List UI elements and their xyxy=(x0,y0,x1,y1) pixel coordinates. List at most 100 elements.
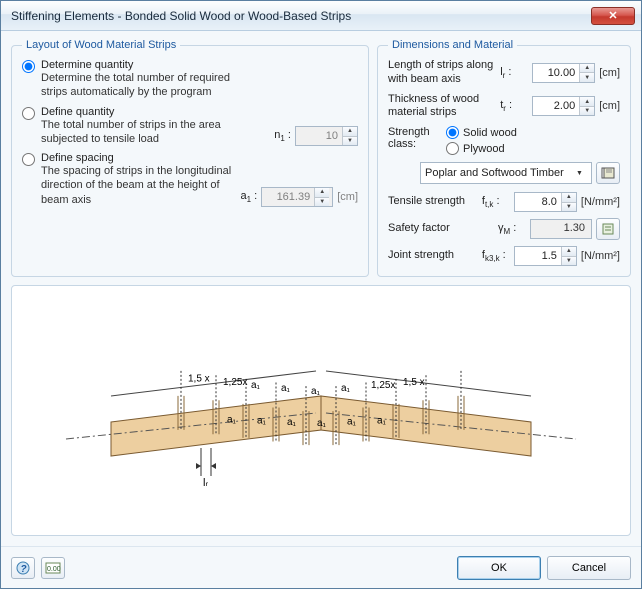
svg-text:a₁: a₁ xyxy=(341,383,351,394)
beam-diagram: 1,5 x1,25xa₁a₁a₁a₁1,25x1,5 x a₁a₁a₁a₁a₁a… xyxy=(41,336,601,486)
svg-text:?: ? xyxy=(21,564,27,575)
chevron-down-icon[interactable]: ▼ xyxy=(572,163,587,183)
svg-text:1,25x: 1,25x xyxy=(223,377,247,388)
fk3k-input[interactable] xyxy=(515,247,561,265)
tensile-label: Tensile strength xyxy=(388,195,478,209)
timber-type-value: Poplar and Softwood Timber xyxy=(425,167,572,179)
radio-define-spacing[interactable] xyxy=(22,153,35,166)
radio-solid-wood[interactable] xyxy=(446,126,459,139)
svg-text:a₁: a₁ xyxy=(251,380,261,391)
tr-input[interactable] xyxy=(533,97,579,115)
svg-text:a₁: a₁ xyxy=(317,417,327,428)
joint-label: Joint strength xyxy=(388,249,478,263)
ftk-spinner[interactable]: ▲▼ xyxy=(514,192,577,212)
ftk-input[interactable] xyxy=(515,193,561,211)
fk3k-symbol: fk3,k : xyxy=(482,249,510,263)
radio-solid-wood-row[interactable]: Solid wood xyxy=(446,126,517,139)
book-icon xyxy=(601,166,615,180)
close-button[interactable]: ✕ xyxy=(591,7,635,25)
gamma-m-symbol: γM : xyxy=(498,222,526,236)
timber-type-combo[interactable]: Poplar and Softwood Timber ▼ xyxy=(420,162,592,184)
n1-up[interactable]: ▲ xyxy=(343,127,357,137)
thick-label: Thickness of wood material strips xyxy=(388,93,496,121)
ftk-unit: [N/mm²] xyxy=(581,196,620,208)
library-button[interactable] xyxy=(596,162,620,184)
opt-define-qty-title: Define quantity xyxy=(41,106,266,118)
radio-plywood-row[interactable]: Plywood xyxy=(446,142,517,155)
layout-legend: Layout of Wood Material Strips xyxy=(22,39,180,51)
units-icon: 0.00 xyxy=(45,562,61,574)
lr-symbol: lr : xyxy=(500,66,528,80)
strength-class-label: Strength class: xyxy=(388,126,438,158)
lr-down[interactable]: ▼ xyxy=(580,73,594,82)
lr-up[interactable]: ▲ xyxy=(580,64,594,74)
svg-text:1,25x: 1,25x xyxy=(371,380,395,391)
radio-plywood[interactable] xyxy=(446,142,459,155)
a1-spinner[interactable]: ▲▼ xyxy=(261,187,333,207)
lr-spinner[interactable]: ▲▼ xyxy=(532,63,595,83)
svg-text:a₁: a₁ xyxy=(347,416,357,427)
a1-unit: [cm] xyxy=(337,191,358,203)
tr-up[interactable]: ▲ xyxy=(580,97,594,107)
n1-input[interactable] xyxy=(296,127,342,145)
footer: ? 0.00 OK Cancel xyxy=(1,546,641,588)
opt-determine-quantity[interactable]: Determine quantity Determine the total n… xyxy=(22,59,358,100)
settings-icon xyxy=(601,222,615,236)
opt-define-spacing-title: Define spacing xyxy=(41,152,233,164)
fk3k-down[interactable]: ▼ xyxy=(562,257,576,266)
radio-determine-quantity[interactable] xyxy=(22,60,35,73)
radio-define-quantity[interactable] xyxy=(22,107,35,120)
opt-define-quantity[interactable]: Define quantity The total number of stri… xyxy=(22,106,358,147)
ftk-symbol: ft,k : xyxy=(482,195,510,209)
help-button[interactable]: ? xyxy=(11,557,35,579)
svg-text:a₁: a₁ xyxy=(311,386,321,397)
tr-symbol: tr : xyxy=(500,99,528,113)
ftk-up[interactable]: ▲ xyxy=(562,193,576,203)
fk3k-unit: [N/mm²] xyxy=(581,250,620,262)
safety-settings-button[interactable] xyxy=(596,218,620,240)
gamma-m-value: 1.30 xyxy=(530,219,592,239)
ftk-down[interactable]: ▼ xyxy=(562,203,576,212)
length-label: Length of strips along with beam axis xyxy=(388,59,496,87)
dimensions-legend: Dimensions and Material xyxy=(388,39,517,51)
lr-input[interactable] xyxy=(533,64,579,82)
svg-text:a₁: a₁ xyxy=(257,415,267,426)
titlebar: Stiffening Elements - Bonded Solid Wood … xyxy=(1,1,641,31)
radio-plywood-label: Plywood xyxy=(463,143,505,155)
svg-text:0.00: 0.00 xyxy=(47,566,61,573)
a1-down[interactable]: ▼ xyxy=(315,198,329,207)
lr-unit: [cm] xyxy=(599,67,620,79)
safety-label: Safety factor xyxy=(388,222,494,236)
n1-symbol: n1 : xyxy=(274,129,291,143)
fk3k-spinner[interactable]: ▲▼ xyxy=(514,246,577,266)
a1-up[interactable]: ▲ xyxy=(315,188,329,198)
units-button[interactable]: 0.00 xyxy=(41,557,65,579)
svg-text:a₁: a₁ xyxy=(377,415,387,426)
opt-determine-desc: Determine the total number of required s… xyxy=(41,71,251,100)
radio-solid-label: Solid wood xyxy=(463,127,517,139)
svg-text:a₁: a₁ xyxy=(227,414,237,425)
n1-down[interactable]: ▼ xyxy=(343,137,357,146)
opt-define-spacing-desc: The spacing of strips in the longitudina… xyxy=(41,164,233,207)
a1-symbol: a1 : xyxy=(241,190,258,204)
svg-text:1,5 x: 1,5 x xyxy=(188,373,210,384)
lr-diagram-label: lᵣ xyxy=(203,477,208,486)
help-icon: ? xyxy=(16,561,30,575)
svg-text:a₁: a₁ xyxy=(281,383,291,394)
n1-spinner[interactable]: ▲▼ xyxy=(295,126,358,146)
diagram-panel: 1,5 x1,25xa₁a₁a₁a₁1,25x1,5 x a₁a₁a₁a₁a₁a… xyxy=(11,285,631,536)
svg-text:1,5 x: 1,5 x xyxy=(403,376,425,387)
layout-group: Layout of Wood Material Strips Determine… xyxy=(11,39,369,277)
tr-down[interactable]: ▼ xyxy=(580,107,594,116)
ok-button[interactable]: OK xyxy=(457,556,541,580)
a1-input[interactable] xyxy=(262,188,314,206)
fk3k-up[interactable]: ▲ xyxy=(562,247,576,257)
tr-spinner[interactable]: ▲▼ xyxy=(532,96,595,116)
window-title: Stiffening Elements - Bonded Solid Wood … xyxy=(7,9,591,23)
dimensions-group: Dimensions and Material Length of strips… xyxy=(377,39,631,277)
dialog-window: Stiffening Elements - Bonded Solid Wood … xyxy=(0,0,642,589)
cancel-button[interactable]: Cancel xyxy=(547,556,631,580)
tr-unit: [cm] xyxy=(599,100,620,112)
opt-determine-title: Determine quantity xyxy=(41,59,358,71)
opt-define-spacing[interactable]: Define spacing The spacing of strips in … xyxy=(22,152,358,207)
